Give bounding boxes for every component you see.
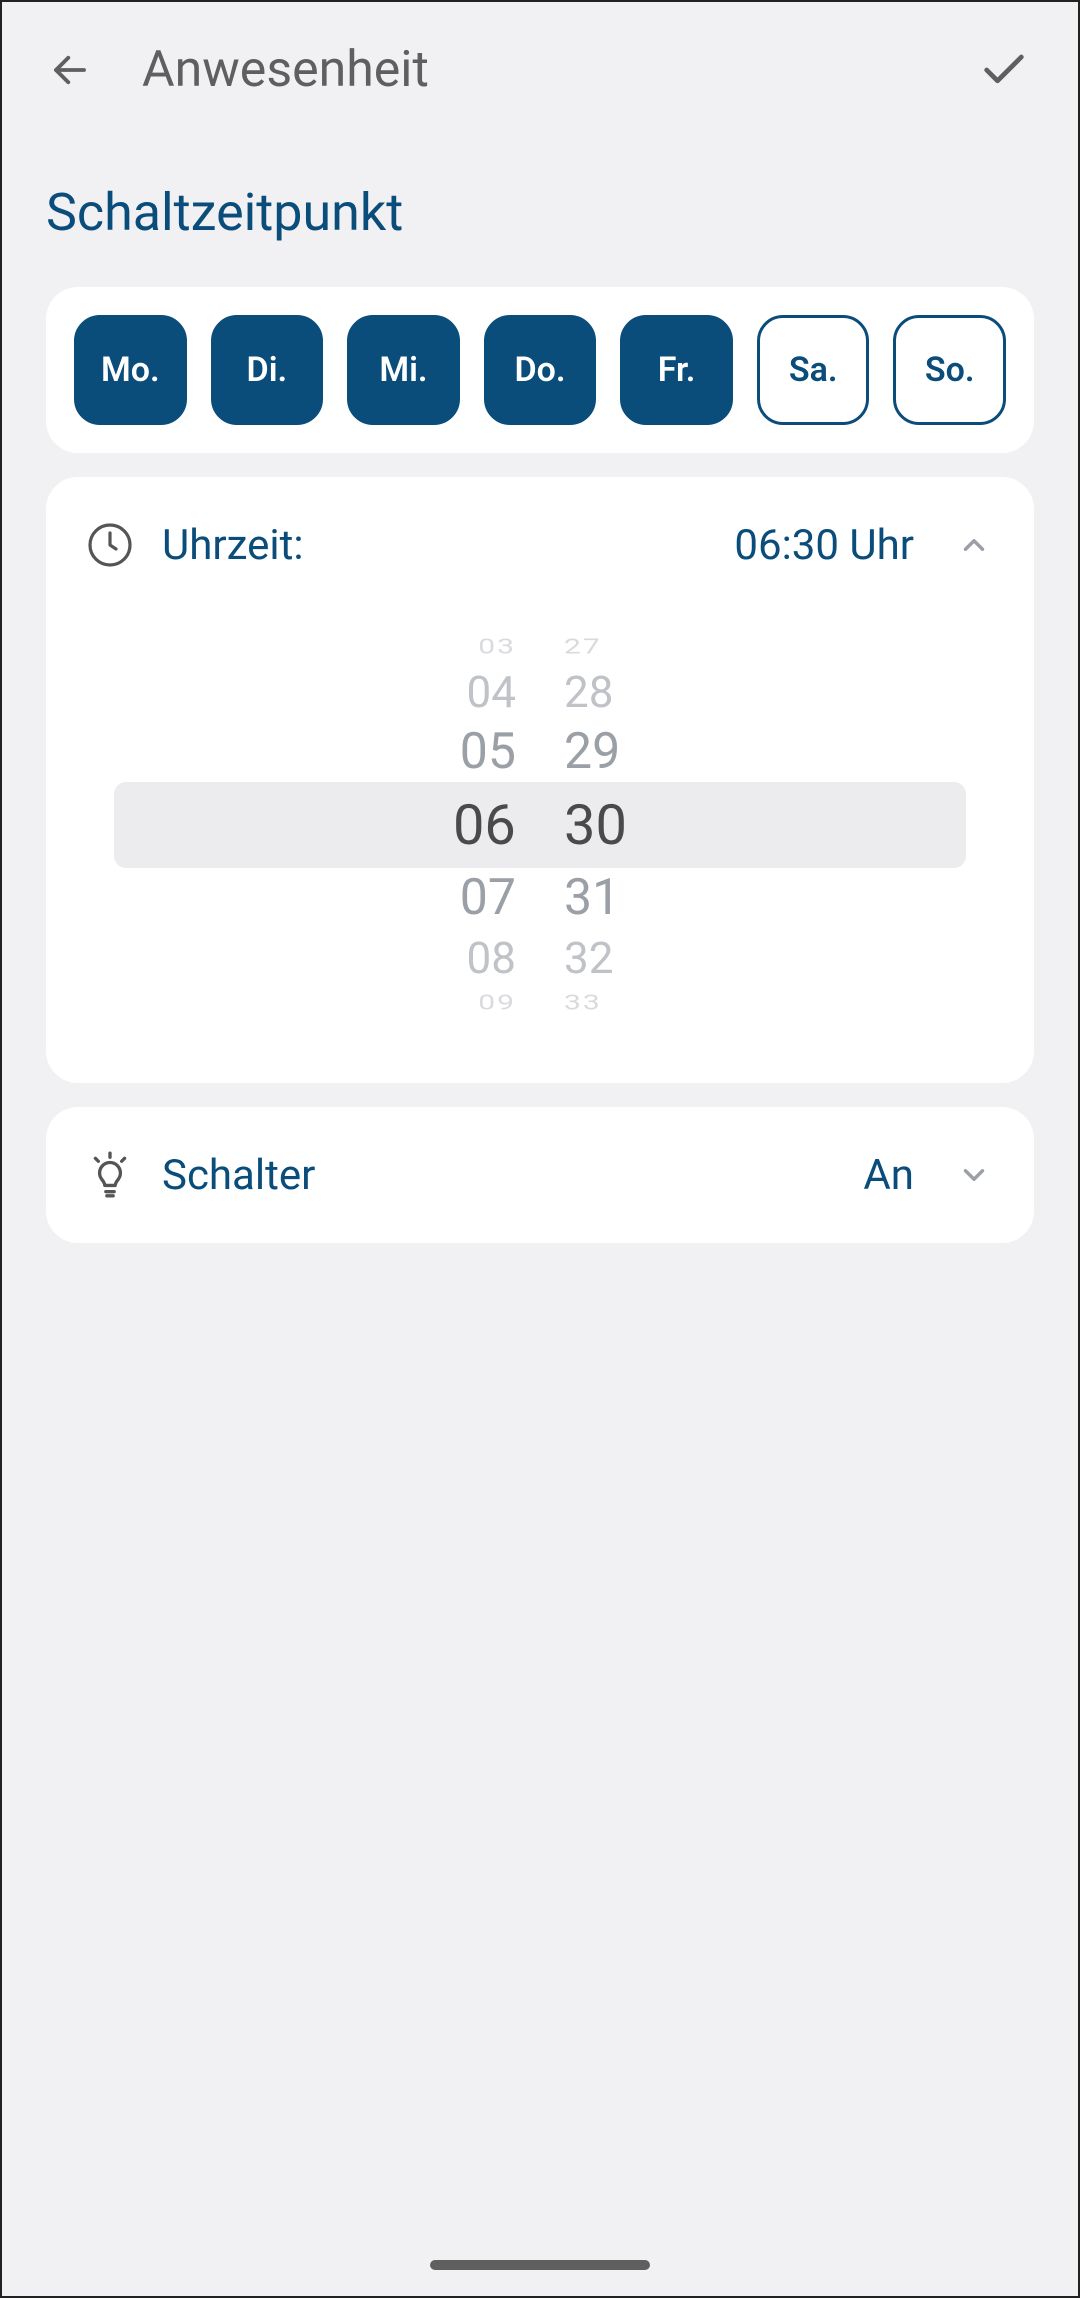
picker-item: 32 — [560, 928, 680, 988]
days-card: Mo.Di.Mi.Do.Fr.Sa.So. — [46, 287, 1034, 453]
picker-item: 05 — [400, 722, 520, 782]
day-pill-4[interactable]: Fr. — [620, 315, 733, 425]
time-row-header[interactable]: Uhrzeit: 06:30 Uhr — [74, 505, 1006, 585]
section-title: Schaltzeitpunkt — [2, 138, 1078, 287]
day-pill-3[interactable]: Do. — [484, 315, 597, 425]
time-label: Uhrzeit: — [162, 521, 304, 570]
bulb-icon — [82, 1147, 138, 1203]
minute-wheel[interactable]: 27 2829303132 33 — [560, 615, 680, 1035]
picker-item: 04 — [400, 662, 520, 722]
switch-card: Schalter An — [46, 1107, 1034, 1243]
switch-chevron-down-icon — [950, 1151, 998, 1199]
picker-item: 08 — [400, 928, 520, 988]
hour-wheel[interactable]: 03 0405060708 09 — [400, 615, 520, 1035]
time-chevron-up-icon — [950, 521, 998, 569]
home-indicator[interactable] — [430, 2260, 650, 2270]
time-card: Uhrzeit: 06:30 Uhr 03 0405060708 09 27 2829… — [46, 477, 1034, 1083]
picker-item: 31 — [560, 868, 680, 928]
header: Anwesenheit — [2, 2, 1078, 138]
picker-item: 06 — [400, 782, 520, 868]
day-pill-5[interactable]: Sa. — [757, 315, 870, 425]
day-pill-0[interactable]: Mo. — [74, 315, 187, 425]
back-button[interactable] — [46, 46, 94, 94]
day-pill-6[interactable]: So. — [893, 315, 1006, 425]
picker-item: 33 — [560, 993, 680, 1014]
picker-item: 09 — [400, 993, 520, 1014]
day-pill-1[interactable]: Di. — [211, 315, 324, 425]
day-pill-2[interactable]: Mi. — [347, 315, 460, 425]
arrow-left-icon — [49, 49, 91, 91]
picker-item: 29 — [560, 722, 680, 782]
check-icon — [978, 44, 1030, 96]
switch-value: An — [863, 1151, 914, 1200]
picker-item: 28 — [560, 662, 680, 722]
time-value: 06:30 Uhr — [734, 521, 914, 570]
picker-item: 03 — [400, 637, 520, 658]
clock-icon — [82, 517, 138, 573]
picker-item: 27 — [560, 637, 680, 658]
page-title: Anwesenheit — [142, 41, 429, 99]
picker-item: 07 — [400, 868, 520, 928]
switch-row-header[interactable]: Schalter An — [74, 1135, 1006, 1215]
confirm-button[interactable] — [974, 40, 1034, 100]
days-row: Mo.Di.Mi.Do.Fr.Sa.So. — [74, 315, 1006, 425]
picker-item: 30 — [560, 782, 680, 868]
time-picker[interactable]: 03 0405060708 09 27 2829303132 33 — [114, 615, 966, 1035]
switch-label: Schalter — [162, 1151, 315, 1200]
